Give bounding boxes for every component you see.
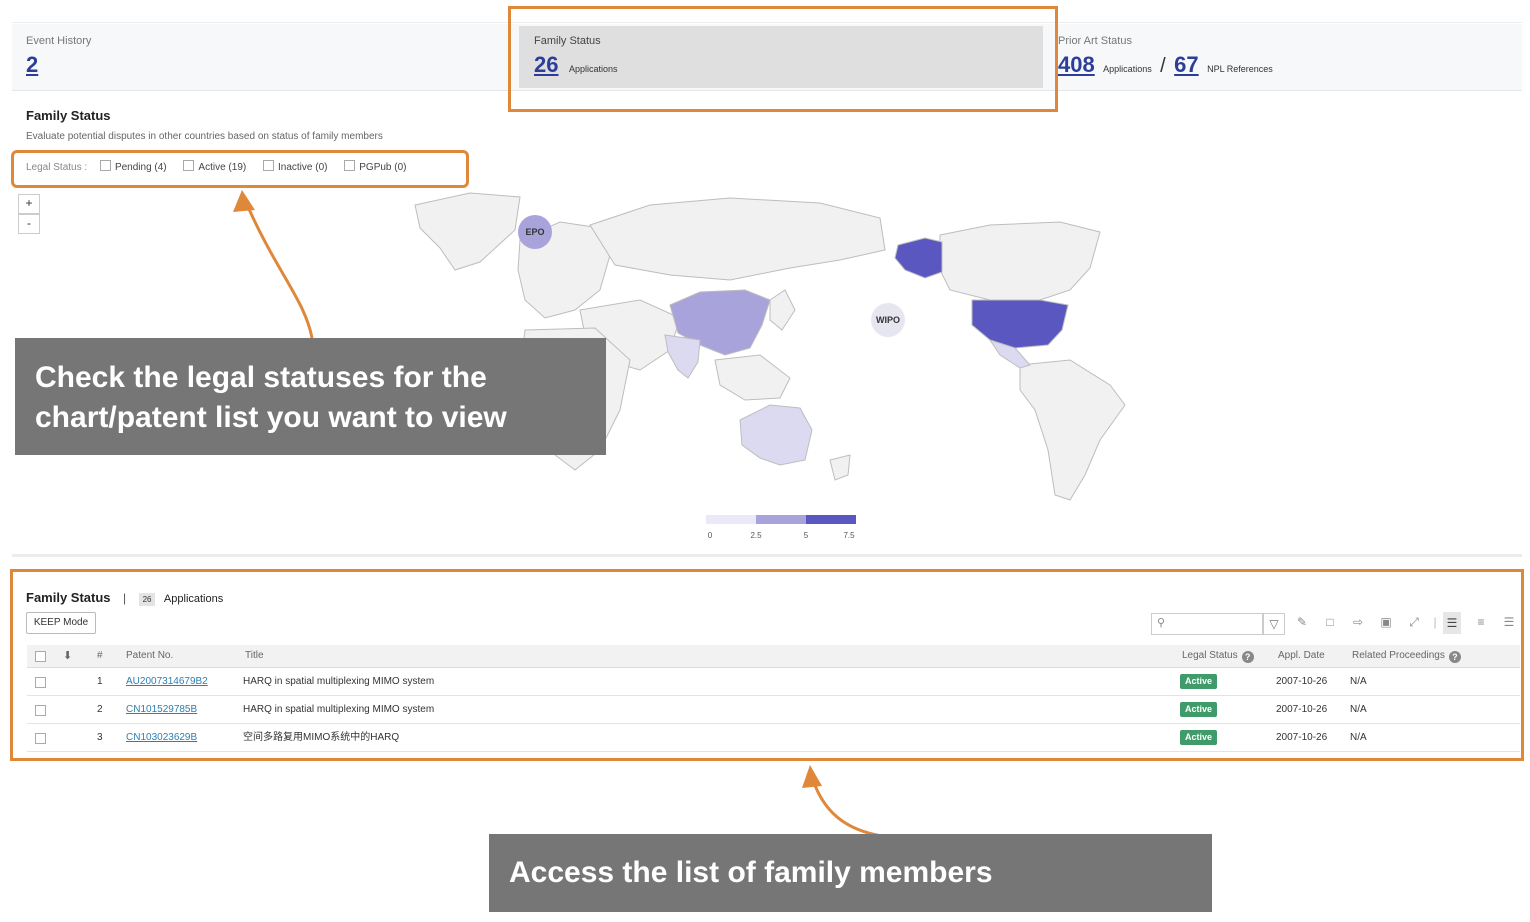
map-bubble-epo-label: EPO xyxy=(525,227,544,237)
legend-swatch-3 xyxy=(806,515,856,524)
highlight-family-list xyxy=(10,569,1524,761)
map-japan xyxy=(769,289,796,331)
legend-tick: 7.5 xyxy=(843,531,855,540)
legend-tick: 5 xyxy=(804,531,809,540)
legend-tick: 0 xyxy=(708,531,713,540)
callout-arrow-family xyxy=(811,779,901,840)
map-australia xyxy=(739,404,813,466)
family-world-map: EPO WIPO 0 2.5 5 7.5 xyxy=(12,190,1522,557)
map-greenland xyxy=(414,192,521,271)
callout-arrow-family-svg xyxy=(802,765,901,840)
map-canada xyxy=(939,221,1101,301)
callout-arrow-legal xyxy=(243,199,314,339)
map-new-zealand xyxy=(829,454,851,481)
callout-legal-status: Check the legal statuses for the chart/p… xyxy=(15,338,606,455)
callout-arrow-legal-head xyxy=(233,190,255,212)
map-india xyxy=(664,334,701,379)
map-russia xyxy=(589,197,886,281)
callout-legal-line1: Check the legal statuses for the xyxy=(35,361,487,394)
section-divider xyxy=(12,554,1522,557)
callout-family-text: Access the list of family members xyxy=(509,856,993,889)
map-bubble-wipo-label: WIPO xyxy=(876,315,900,325)
callout-legal-line2: chart/patent list you want to view xyxy=(35,401,507,434)
legend-tick: 2.5 xyxy=(750,531,762,540)
map-se-asia xyxy=(714,354,791,401)
callout-arrow-family-head xyxy=(802,765,822,788)
legend-swatch-2 xyxy=(756,515,806,524)
map-usa xyxy=(971,299,1069,349)
legend-swatch-1 xyxy=(706,515,756,524)
map-alaska xyxy=(894,237,943,279)
callout-family-list: Access the list of family members xyxy=(489,834,1212,912)
map-south-america xyxy=(1019,359,1126,501)
